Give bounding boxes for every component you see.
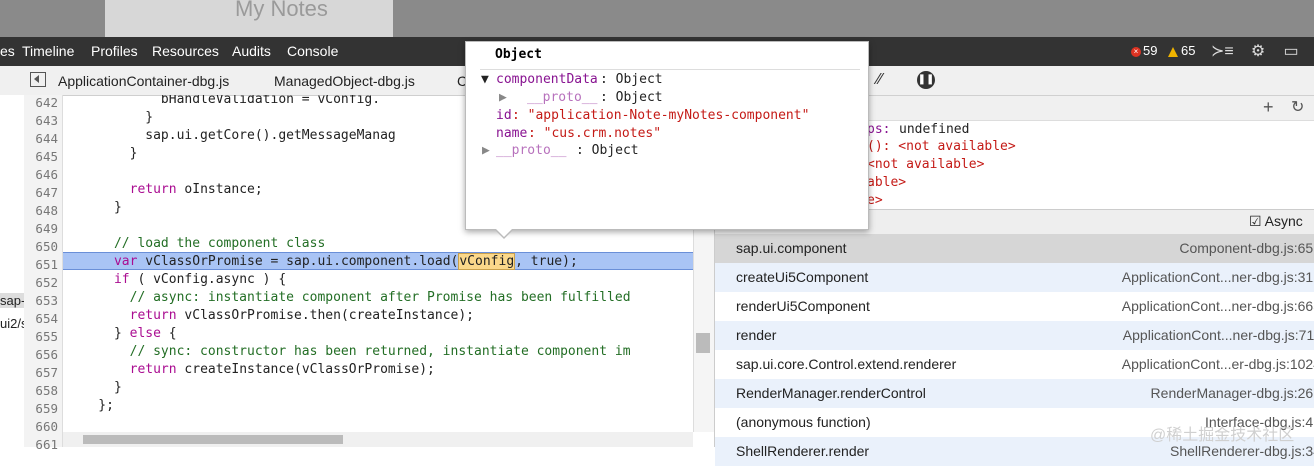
property-value: : Object (600, 72, 663, 87)
line-number: 650 (35, 239, 58, 254)
line-number: 646 (35, 167, 58, 182)
code-line: } else { (67, 326, 177, 341)
code-line: sap.ui.getCore().getMessageManag (67, 128, 396, 143)
tree-collapsed-icon[interactable]: ▶ (499, 90, 507, 105)
deactivate-breakpoints-icon[interactable]: ⁄⁄ (877, 71, 882, 89)
line-number: 656 (35, 347, 58, 362)
line-number: 642 (35, 95, 58, 110)
call-frame[interactable]: render ApplicationCont...ner-dbg.js:711 (715, 321, 1314, 351)
refresh-icon[interactable]: ↻ (1291, 97, 1304, 117)
line-number: 661 (35, 437, 58, 452)
line-number: 648 (35, 203, 58, 218)
navigator-item[interactable]: ui2/s (0, 316, 24, 331)
code-line: }; (67, 398, 114, 413)
tab-sources-partial[interactable]: es (0, 43, 15, 59)
page-header-area: My Notes (0, 0, 1314, 37)
app-title: My Notes (235, 0, 328, 21)
code-line: return oInstance; (129, 182, 263, 197)
call-frame[interactable]: RenderManager.renderControl RenderManage… (715, 379, 1314, 409)
navigator-strip: sap- ui2/s (0, 95, 25, 447)
console-drawer-icon[interactable]: ≻≡ (1211, 42, 1234, 62)
tab-timeline[interactable]: Timeline (22, 43, 74, 59)
code-comment: // load the component class (67, 236, 326, 251)
watermark: @稀土掘金技术社区 (1150, 427, 1295, 444)
pause-on-exceptions-icon[interactable]: ❚❚ (917, 71, 935, 89)
scope-value: undefined (899, 122, 970, 137)
call-frame-selected[interactable]: sap.ui.component Component-dbg.js:651 (715, 234, 1314, 264)
line-number: 649 (35, 221, 58, 236)
warning-count[interactable]: 65 (1168, 43, 1195, 58)
scroll-thumb[interactable] (83, 435, 343, 444)
add-expression-icon[interactable]: + (1263, 97, 1274, 118)
gear-icon[interactable]: ⚙ (1248, 42, 1268, 62)
code-comment: // sync: constructor has been returned, … (67, 344, 631, 359)
hovered-token: vConfig (458, 253, 516, 270)
code-comment: // async: instantiate component after Pr… (67, 290, 631, 305)
property-value: : "application-Note-myNotes-component" (512, 108, 810, 123)
tab-resources[interactable]: Resources (152, 43, 219, 59)
page-header-box: My Notes (105, 0, 393, 37)
dock-icon[interactable]: ▭ (1281, 42, 1301, 62)
property-value: : "cus.crm.notes" (528, 126, 662, 141)
code-line: } (67, 380, 122, 395)
property-value: : Object (576, 143, 639, 158)
line-number: 645 (35, 149, 58, 164)
code-line: bHandleValidation = vConfig. (67, 95, 381, 107)
scope-value: <not available> (867, 157, 985, 172)
line-number: 653 (35, 293, 58, 308)
property-key: name (496, 126, 528, 141)
code-line: if ( vConfig.async ) { (113, 272, 287, 287)
call-frame[interactable]: renderUi5Component ApplicationCont...ner… (715, 292, 1314, 322)
error-count[interactable]: × 59 (1131, 43, 1157, 58)
call-frame[interactable]: createUi5Component ApplicationCont...ner… (715, 263, 1314, 293)
code-line: return vClassOrPromise.then(createInstan… (129, 308, 475, 323)
line-number: 644 (35, 131, 58, 146)
file-tab-application-container[interactable]: ApplicationContainer-dbg.js (58, 73, 229, 89)
tree-expand-icon[interactable]: ▼ (481, 72, 489, 87)
property-value: : Object (600, 90, 663, 105)
scope-value: e> (867, 193, 883, 208)
line-number: 652 (35, 275, 58, 290)
line-number: 647 (35, 185, 58, 200)
tree-collapsed-icon[interactable]: ▶ (482, 143, 490, 158)
line-number: 658 (35, 383, 58, 398)
toggle-navigator-icon[interactable] (30, 72, 46, 87)
scroll-thumb[interactable] (696, 333, 710, 353)
popover-notch-fill (495, 228, 513, 237)
tab-profiles[interactable]: Profiles (91, 43, 138, 59)
file-tab-managed-object[interactable]: ManagedObject-dbg.js (274, 73, 415, 89)
popover-title: Object (495, 47, 542, 62)
code-line: } (67, 110, 154, 125)
code-line: } (67, 200, 122, 215)
divider (480, 69, 860, 70)
warning-icon (1168, 46, 1178, 57)
scope-value: (): <not available> (867, 139, 1016, 154)
code-line: return createInstance(vClassOrPromise); (129, 362, 435, 377)
call-frame[interactable]: sap.ui.core.Control.extend.renderer Appl… (715, 350, 1314, 380)
tab-console[interactable]: Console (287, 43, 338, 59)
property-key: __proto__ (496, 143, 567, 158)
line-number: 643 (35, 113, 58, 128)
property-key: __proto__ (527, 90, 598, 105)
tab-audits[interactable]: Audits (232, 43, 271, 59)
line-number: 654 (35, 311, 58, 326)
line-number: 655 (35, 329, 58, 344)
line-number: 651 (35, 257, 58, 272)
property-key: id (496, 108, 512, 123)
property-key: componentData (496, 72, 598, 87)
error-icon: × (1131, 46, 1141, 57)
line-number: 659 (35, 401, 58, 416)
object-inspector-popover: Object ▼ componentData : Object ▶ __prot… (465, 41, 869, 239)
line-number: 660 (35, 419, 58, 434)
code-line: } (67, 146, 138, 161)
scope-value: able> (867, 175, 907, 190)
line-number: 657 (35, 365, 58, 380)
code-line-current: var vClassOrPromise = sap.ui.component.l… (113, 253, 578, 270)
line-number-gutter[interactable]: 642 643 644 645 646 647 648 649 650 651 … (24, 95, 63, 452)
async-checkbox[interactable]: ☑ Async (1249, 213, 1303, 230)
code-horizontal-scrollbar[interactable] (63, 432, 693, 447)
scope-key: ps: (867, 122, 891, 137)
navigator-item[interactable]: sap- (0, 293, 24, 308)
